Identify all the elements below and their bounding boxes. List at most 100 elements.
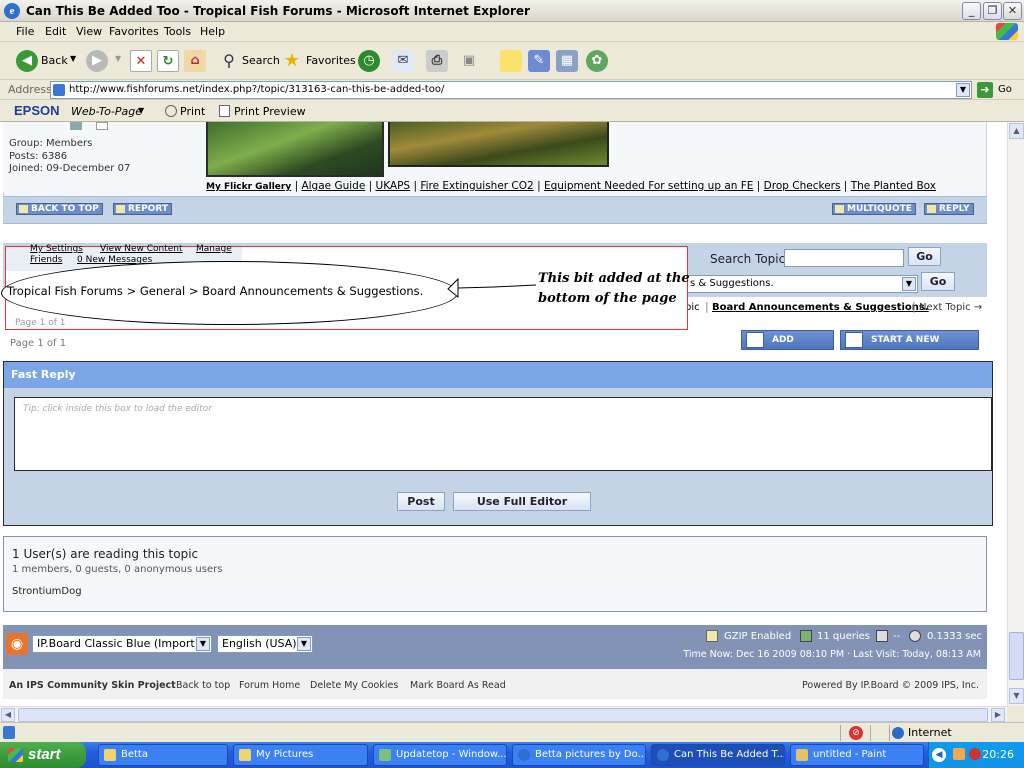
- tray-app-icon[interactable]: [953, 748, 965, 760]
- print-icon[interactable]: ⎙: [426, 50, 448, 72]
- search-icon[interactable]: ⚲: [218, 50, 240, 72]
- view-new-content-link[interactable]: View New Content: [100, 244, 183, 254]
- next-topic-link[interactable]: Next Topic →: [919, 302, 982, 313]
- vertical-scrollbar[interactable]: ▲ ▼: [1007, 122, 1024, 706]
- clock[interactable]: 20:26: [982, 748, 1014, 761]
- drop-checkers-link[interactable]: Drop Checkers: [764, 180, 841, 192]
- home-icon[interactable]: ⌂: [184, 50, 206, 72]
- close-button[interactable]: ✕: [1003, 2, 1022, 20]
- go-button[interactable]: Go: [998, 84, 1012, 95]
- notes-icon[interactable]: [500, 50, 522, 72]
- minimize-button[interactable]: _: [962, 2, 981, 20]
- multiquote-button[interactable]: MULTIQUOTE: [832, 203, 916, 215]
- start-topic-button[interactable]: START A NEW TOPIC: [840, 330, 979, 363]
- tray-security-icon[interactable]: [969, 748, 981, 760]
- menu-tools[interactable]: Tools: [164, 25, 191, 38]
- use-full-editor-button[interactable]: Use Full Editor: [453, 492, 591, 511]
- footer-back-to-top-link[interactable]: Back to top: [176, 680, 230, 691]
- messenger-icon[interactable]: ✎: [528, 50, 550, 72]
- forum-jump-go-button[interactable]: Go: [921, 272, 955, 291]
- task-paint[interactable]: untitled - Paint: [790, 744, 924, 766]
- flickr-link[interactable]: My Flickr Gallery: [206, 182, 291, 192]
- task-betta[interactable]: Betta: [98, 744, 228, 766]
- algae-guide-link[interactable]: Algae Guide: [301, 180, 365, 192]
- vertical-scroll-thumb[interactable]: [1009, 632, 1024, 680]
- manage-link[interactable]: Manage: [196, 244, 232, 254]
- forum-home-link[interactable]: Forum Home: [239, 680, 300, 691]
- task-updatetop[interactable]: Updatetop - Window...: [373, 744, 507, 766]
- stop-icon[interactable]: ✕: [130, 50, 152, 72]
- mail-icon[interactable]: ✉: [392, 50, 414, 72]
- search-label[interactable]: Search: [242, 54, 280, 67]
- maximize-button[interactable]: ❐: [983, 2, 1002, 20]
- add-reply-button[interactable]: ADD REPLY: [741, 330, 834, 363]
- active-user-name[interactable]: StrontiumDog: [12, 586, 82, 597]
- post-button[interactable]: Post: [397, 492, 445, 511]
- favorites-star-icon[interactable]: ★: [281, 50, 303, 72]
- task-can-this-be-added[interactable]: Can This Be Added T...: [651, 744, 785, 766]
- address-input[interactable]: http://www.fishforums.net/index.php?/top…: [50, 81, 972, 99]
- mark-board-read-link[interactable]: Mark Board As Read: [410, 680, 506, 691]
- ukaps-link[interactable]: UKAPS: [376, 180, 411, 192]
- fast-reply-title: Fast Reply: [11, 368, 76, 381]
- menu-help[interactable]: Help: [200, 25, 225, 38]
- author-joined: Joined: 09-December 07: [9, 163, 131, 174]
- web-to-page-button[interactable]: Web-To-Page: [71, 105, 142, 118]
- planted-box-link[interactable]: The Planted Box: [851, 180, 936, 192]
- delete-cookies-link[interactable]: Delete My Cookies: [310, 680, 398, 691]
- address-url[interactable]: http://www.fishforums.net/index.php?/top…: [69, 84, 444, 95]
- forum-jump-select[interactable]: s & Suggestions. ▼: [681, 275, 918, 293]
- scroll-right-icon[interactable]: ▶: [991, 708, 1005, 722]
- search-topic-input[interactable]: [784, 249, 904, 267]
- menu-edit[interactable]: Edit: [45, 25, 66, 38]
- popup-blocker-icon[interactable]: ⊘: [849, 726, 863, 740]
- horizontal-scroll-thumb[interactable]: [18, 708, 988, 722]
- go-arrow-icon[interactable]: ➜: [977, 82, 993, 98]
- research-icon[interactable]: ▦: [556, 50, 578, 72]
- annotation-breadcrumb: Tropical Fish Forums > General > Board A…: [7, 284, 424, 298]
- back-dropdown-icon[interactable]: ▼: [70, 54, 76, 63]
- language-select[interactable]: English (USA) ▼: [217, 635, 313, 653]
- forum-jump-dropdown-icon[interactable]: ▼: [902, 277, 916, 291]
- forward-dropdown-icon[interactable]: ▼: [115, 54, 121, 63]
- skin-dropdown-icon[interactable]: ▼: [196, 637, 210, 651]
- language-dropdown-icon[interactable]: ▼: [297, 637, 311, 651]
- security-zone[interactable]: Internet: [889, 725, 952, 741]
- fire-extinguisher-link[interactable]: Fire Extinguisher CO2: [420, 180, 533, 192]
- my-settings-link[interactable]: My Settings: [30, 244, 83, 254]
- menu-view[interactable]: View: [76, 25, 102, 38]
- fast-reply-editor[interactable]: Tip: click inside this box to load the e…: [14, 397, 992, 471]
- menu-favorites[interactable]: Favorites: [109, 25, 159, 38]
- web-to-page-dropdown-icon[interactable]: ▼: [138, 106, 144, 115]
- skin-select[interactable]: IP.Board Classic Blue (Import) ▼: [32, 635, 212, 653]
- tray-expand-icon[interactable]: ◀: [932, 748, 946, 762]
- forward-icon[interactable]: ▶: [86, 50, 108, 72]
- scroll-left-icon[interactable]: ◀: [1, 708, 15, 722]
- reply-button[interactable]: REPLY: [924, 203, 974, 215]
- equipment-link[interactable]: Equipment Needed For setting up an FE: [544, 180, 753, 192]
- forum-link[interactable]: Board Announcements & Suggestions.: [712, 302, 929, 313]
- people-icon[interactable]: ✿: [586, 50, 608, 72]
- menu-file[interactable]: File: [16, 25, 34, 38]
- rss-icon[interactable]: ◉: [6, 633, 28, 655]
- start-button[interactable]: start: [0, 742, 86, 768]
- edit-icon[interactable]: ▣: [458, 50, 480, 72]
- address-dropdown-icon[interactable]: ▼: [956, 83, 970, 97]
- back-to-top-button[interactable]: BACK TO TOP: [16, 203, 103, 215]
- task-my-pictures[interactable]: My Pictures: [233, 744, 368, 766]
- task-betta-pictures[interactable]: Betta pictures by Do...: [512, 744, 646, 766]
- search-go-button[interactable]: Go: [908, 247, 941, 266]
- friends-link[interactable]: Friends: [30, 255, 62, 265]
- scroll-up-icon[interactable]: ▲: [1009, 123, 1024, 139]
- annotation-arrow-icon: [447, 277, 537, 299]
- back-icon[interactable]: ◀: [16, 50, 38, 72]
- history-icon[interactable]: ◷: [358, 50, 380, 72]
- horizontal-scrollbar[interactable]: ◀ ▶: [0, 706, 1007, 722]
- scroll-down-icon[interactable]: ▼: [1009, 688, 1024, 704]
- report-button[interactable]: REPORT: [113, 203, 172, 215]
- epson-print-button[interactable]: Print: [180, 105, 205, 118]
- back-label[interactable]: Back: [41, 54, 68, 67]
- favorites-label[interactable]: Favorites: [306, 54, 356, 67]
- refresh-icon[interactable]: ↻: [157, 50, 179, 72]
- print-preview-button[interactable]: Print Preview: [234, 105, 306, 118]
